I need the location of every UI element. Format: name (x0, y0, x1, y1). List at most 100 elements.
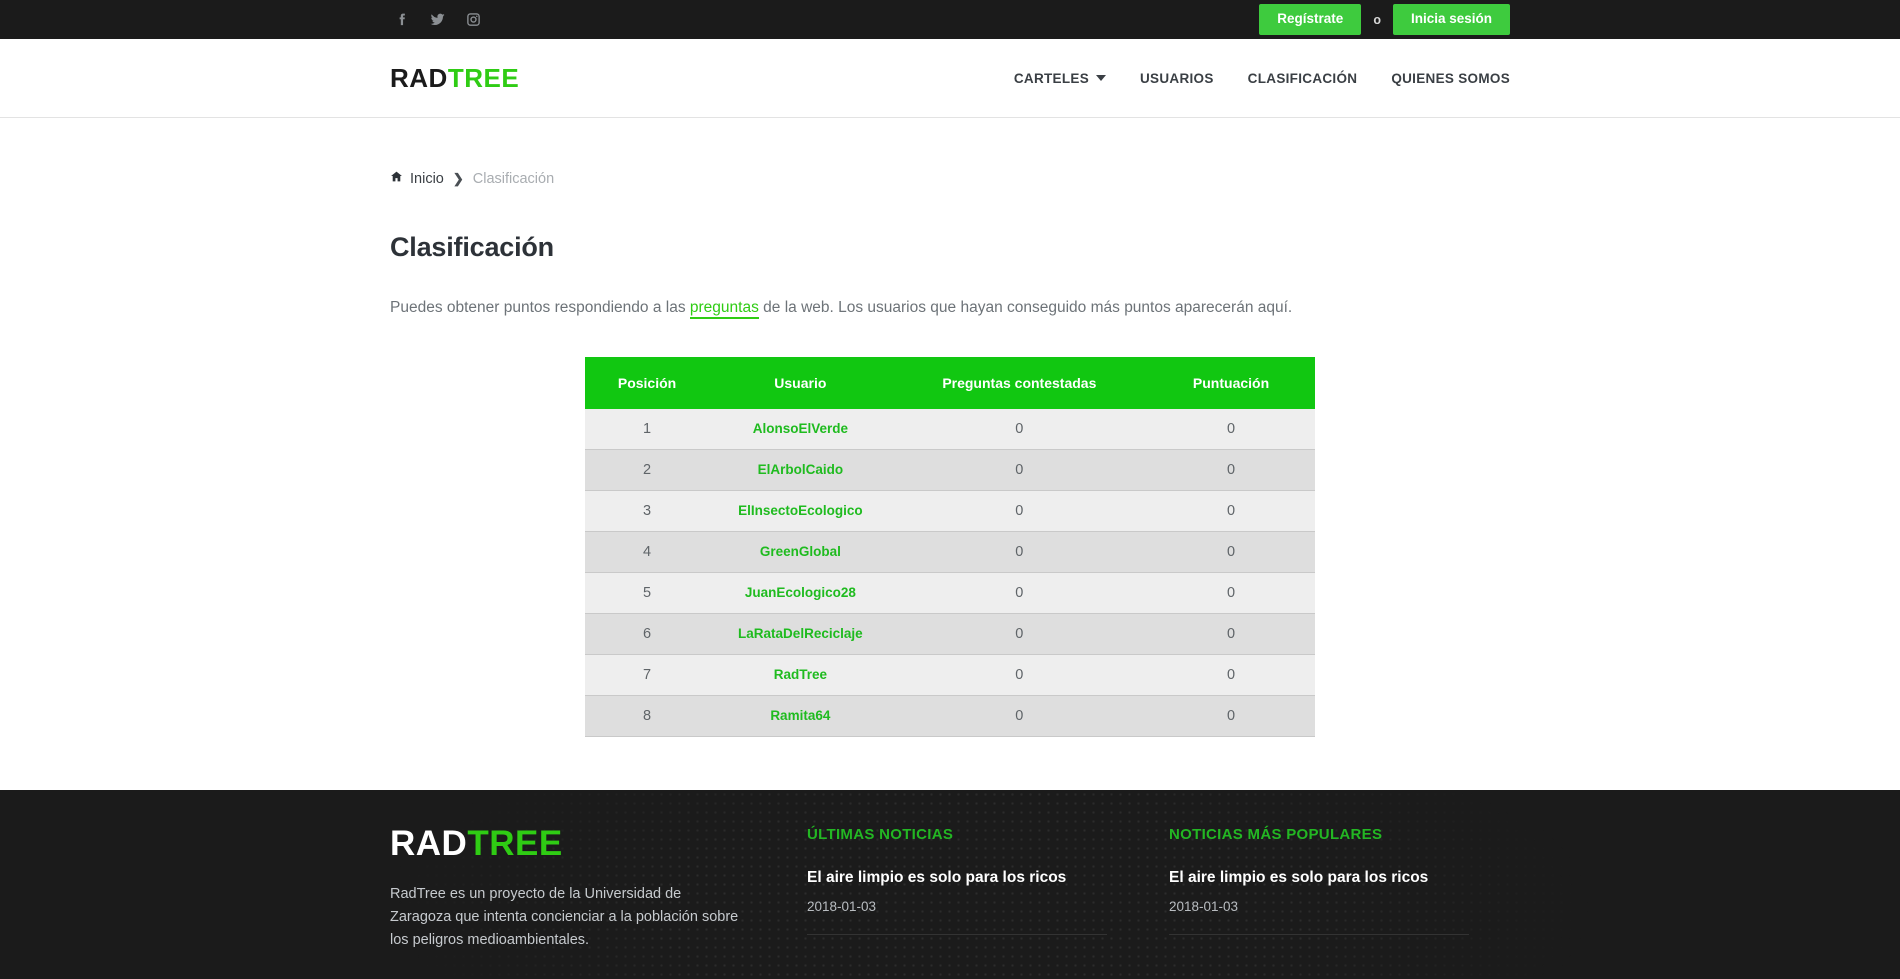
cell-puntuacion: 0 (1147, 490, 1315, 533)
cell-usuario: JuanEcologico28 (709, 572, 892, 615)
cell-preguntas-contestadas: 0 (891, 409, 1148, 451)
footer-news-title[interactable]: El aire limpio es solo para los ricos (1169, 868, 1469, 888)
logo-text-tree: TREE (447, 62, 520, 93)
column-header-usuario: Usuario (709, 357, 892, 410)
ranking-table-body: 1 AlonsoElVerde 0 0 2 ElArbolCaido 0 0 3 ElInsect… (585, 409, 1315, 738)
footer-news-title[interactable]: El aire limpio es solo para los ricos (807, 868, 1107, 888)
user-profile-link[interactable]: LaRataDelReciclaje (738, 626, 863, 641)
table-row: 4 GreenGlobal 0 0 (585, 531, 1315, 574)
login-button[interactable]: Inicia sesión (1392, 4, 1510, 35)
cell-posicion: 2 (585, 449, 710, 492)
breadcrumb: Inicio ❯ Clasificación (390, 118, 1510, 187)
register-button[interactable]: Regístrate (1259, 4, 1362, 35)
header-inner: RADTREE CARTELES USUARIOS CLASIFICACIÓN … (390, 39, 1510, 117)
nav-item-carteles[interactable]: CARTELES (1014, 71, 1106, 86)
chevron-down-icon (1096, 75, 1106, 81)
footer-about: RADTREE RadTree es un proyecto de la Uni… (390, 826, 745, 953)
cell-posicion: 4 (585, 531, 710, 574)
footer-description: RadTree es un proyecto de la Universidad… (390, 886, 739, 949)
table-row: 8 Ramita64 0 0 (585, 695, 1315, 738)
column-header-preguntas: Preguntas contestadas (891, 357, 1148, 410)
cell-usuario: ElInsectoEcologico (709, 490, 892, 533)
user-profile-link[interactable]: ElArbolCaido (758, 462, 844, 477)
footer-popular-news: NOTICIAS MÁS POPULARES El aire limpio es… (1169, 826, 1469, 953)
auth-actions: Regístrate o Inicia sesión (1259, 4, 1510, 35)
user-profile-link[interactable]: RadTree (774, 667, 827, 682)
footer-latest-news-heading: ÚLTIMAS NOTICIAS (807, 826, 954, 843)
footer-popular-news-heading: NOTICIAS MÁS POPULARES (1169, 826, 1383, 843)
user-profile-link[interactable]: Ramita64 (770, 708, 830, 723)
nav-label-carteles: CARTELES (1013, 70, 1089, 86)
cell-preguntas-contestadas: 0 (891, 449, 1148, 492)
breadcrumb-current: Clasificación (472, 170, 555, 187)
cell-posicion: 3 (585, 490, 710, 533)
cell-puntuacion: 0 (1147, 654, 1315, 697)
breadcrumb-separator-icon: ❯ (452, 170, 464, 186)
user-profile-link[interactable]: ElInsectoEcologico (738, 503, 863, 518)
cell-puntuacion: 0 (1147, 572, 1315, 615)
cell-puntuacion: 0 (1147, 613, 1315, 656)
intro-text-before: Puedes obtener puntos respondiendo a las (390, 299, 690, 316)
cell-usuario: RadTree (709, 654, 892, 697)
column-header-posicion: Posición (585, 357, 710, 410)
cell-usuario: Ramita64 (709, 695, 892, 738)
intro-paragraph: Puedes obtener puntos respondiendo a las… (390, 296, 1510, 319)
footer-news-divider (807, 934, 1107, 936)
main-navigation: CARTELES USUARIOS CLASIFICACIÓN QUIENES … (1014, 71, 1510, 86)
site-footer: RADTREE RadTree es un proyecto de la Uni… (0, 790, 1900, 979)
cell-posicion: 7 (585, 654, 710, 697)
footer-inner: RADTREE RadTree es un proyecto de la Uni… (390, 790, 1510, 953)
footer-latest-news: ÚLTIMAS NOTICIAS El aire limpio es solo … (807, 826, 1107, 953)
table-row: 3 ElInsectoEcologico 0 0 (585, 490, 1315, 533)
logo-text-rad: RAD (390, 62, 448, 93)
nav-label-usuarios: USUARIOS (1140, 70, 1214, 86)
column-header-puntuacion: Puntuación (1147, 357, 1315, 410)
cell-puntuacion: 0 (1147, 531, 1315, 574)
top-bar-inner: Regístrate o Inicia sesión (390, 0, 1510, 39)
nav-item-clasificacion[interactable]: CLASIFICACIÓN (1248, 71, 1358, 86)
footer-logo-text-tree: TREE (467, 824, 563, 863)
cell-puntuacion: 0 (1147, 449, 1315, 492)
breadcrumb-home-label: Inicio (410, 170, 444, 187)
nav-label-quienes-somos: QUIENES SOMOS (1391, 70, 1510, 86)
intro-text-after: de la web. Los usuarios que hayan conseg… (758, 299, 1293, 316)
footer-logo-text-rad: RAD (390, 824, 468, 863)
ranking-table-wrapper: Posición Usuario Preguntas contestadas P… (585, 357, 1315, 738)
top-bar: Regístrate o Inicia sesión (0, 0, 1900, 39)
site-header: RADTREE CARTELES USUARIOS CLASIFICACIÓN … (0, 39, 1900, 118)
table-row: 2 ElArbolCaido 0 0 (585, 449, 1315, 492)
user-profile-link[interactable]: GreenGlobal (760, 544, 841, 559)
footer-news-date: 2018-01-03 (1169, 899, 1239, 915)
cell-posicion: 5 (585, 572, 710, 615)
footer-news-item: El aire limpio es solo para los ricos 20… (1169, 868, 1469, 936)
cell-preguntas-contestadas: 0 (891, 613, 1148, 656)
table-row: 7 RadTree 0 0 (585, 654, 1315, 697)
cell-posicion: 6 (585, 613, 710, 656)
nav-item-quienes-somos[interactable]: QUIENES SOMOS (1391, 71, 1510, 86)
auth-separator: o (1373, 12, 1381, 27)
cell-puntuacion: 0 (1147, 695, 1315, 738)
cell-puntuacion: 0 (1147, 409, 1315, 451)
user-profile-link[interactable]: JuanEcologico28 (745, 585, 856, 600)
table-row: 1 AlonsoElVerde 0 0 (585, 409, 1315, 451)
cell-usuario: LaRataDelReciclaje (709, 613, 892, 656)
facebook-icon[interactable] (390, 9, 412, 31)
footer-logo[interactable]: RADTREE (390, 826, 745, 861)
instagram-icon[interactable] (462, 9, 484, 31)
cell-preguntas-contestadas: 0 (891, 654, 1148, 697)
cell-usuario: AlonsoElVerde (709, 409, 892, 451)
breadcrumb-home[interactable]: Inicio (390, 170, 444, 187)
footer-news-date: 2018-01-03 (807, 899, 877, 915)
preguntas-link[interactable]: preguntas (689, 299, 759, 319)
page-title: Clasificación (390, 232, 554, 262)
main-content: Clasificación Puedes obtener puntos resp… (390, 232, 1510, 738)
site-logo[interactable]: RADTREE (390, 63, 519, 94)
twitter-icon[interactable] (426, 9, 448, 31)
user-profile-link[interactable]: AlonsoElVerde (753, 421, 848, 436)
footer-news-item: El aire limpio es solo para los ricos 20… (807, 868, 1107, 936)
nav-item-usuarios[interactable]: USUARIOS (1140, 71, 1214, 86)
table-row: 6 LaRataDelReciclaje 0 0 (585, 613, 1315, 656)
table-header-row: Posición Usuario Preguntas contestadas P… (585, 357, 1315, 410)
cell-preguntas-contestadas: 0 (891, 531, 1148, 574)
cell-preguntas-contestadas: 0 (891, 695, 1148, 738)
